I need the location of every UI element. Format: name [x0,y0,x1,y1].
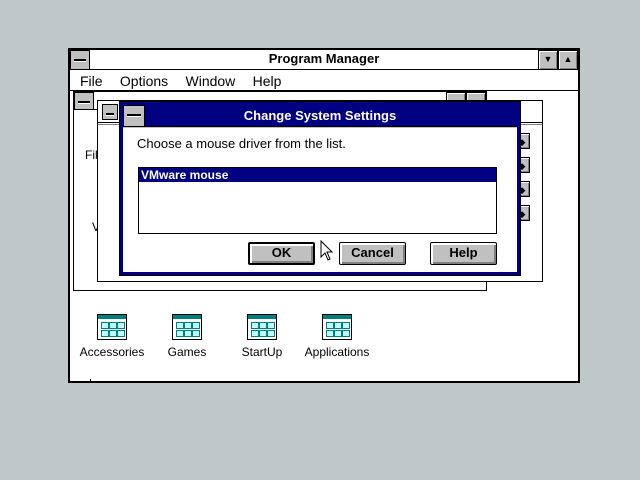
cancel-button[interactable]: Cancel [339,242,406,265]
ok-button[interactable]: OK [248,242,315,265]
maximize-button[interactable]: ▲ [558,50,578,70]
group-label: Applications [304,345,370,359]
mouse-cursor-icon [320,240,334,261]
menu-options[interactable]: Options [120,73,168,89]
group-label: StartUp [241,345,283,359]
program-manager-title: Program Manager [268,51,380,66]
help-button[interactable]: Help [430,242,497,265]
menu-file[interactable]: File [80,73,103,89]
dialog-prompt: Choose a mouse driver from the list. [137,136,346,151]
dialog-title-bar[interactable]: Change System Settings [123,105,517,127]
menu-help[interactable]: Help [253,73,282,89]
menu-window[interactable]: Window [186,73,236,89]
setup-system-menu-icon[interactable] [102,104,118,120]
group-icon-accessories[interactable]: Accessories [72,314,152,364]
background-menu-fragment: Fil [85,148,98,162]
program-group-icon [97,314,127,340]
program-manager-bottom-edge [90,379,91,383]
minimize-button[interactable]: ▼ [538,50,558,70]
program-manager-system-menu-icon[interactable] [70,50,90,70]
program-group-icon [172,314,202,340]
mouse-driver-list-item[interactable]: VMware mouse [139,168,496,182]
group-label: Accessories [79,345,145,359]
program-manager-title-bar[interactable]: Program Manager [70,50,578,70]
program-group-icon [322,314,352,340]
program-group-icon [247,314,277,340]
dialog-title: Change System Settings [243,108,397,123]
mouse-driver-list[interactable]: VMware mouse [138,167,497,234]
menu-bar: File Options Window Help [80,71,560,91]
group-label: Games [167,345,207,359]
dialog-system-menu-icon[interactable] [123,105,145,127]
group-icon-games[interactable]: Games [147,314,227,364]
group-icon-applications[interactable]: Applications [297,314,377,364]
main-group-system-menu-icon[interactable] [74,92,94,110]
group-icon-startup[interactable]: StartUp [222,314,302,364]
